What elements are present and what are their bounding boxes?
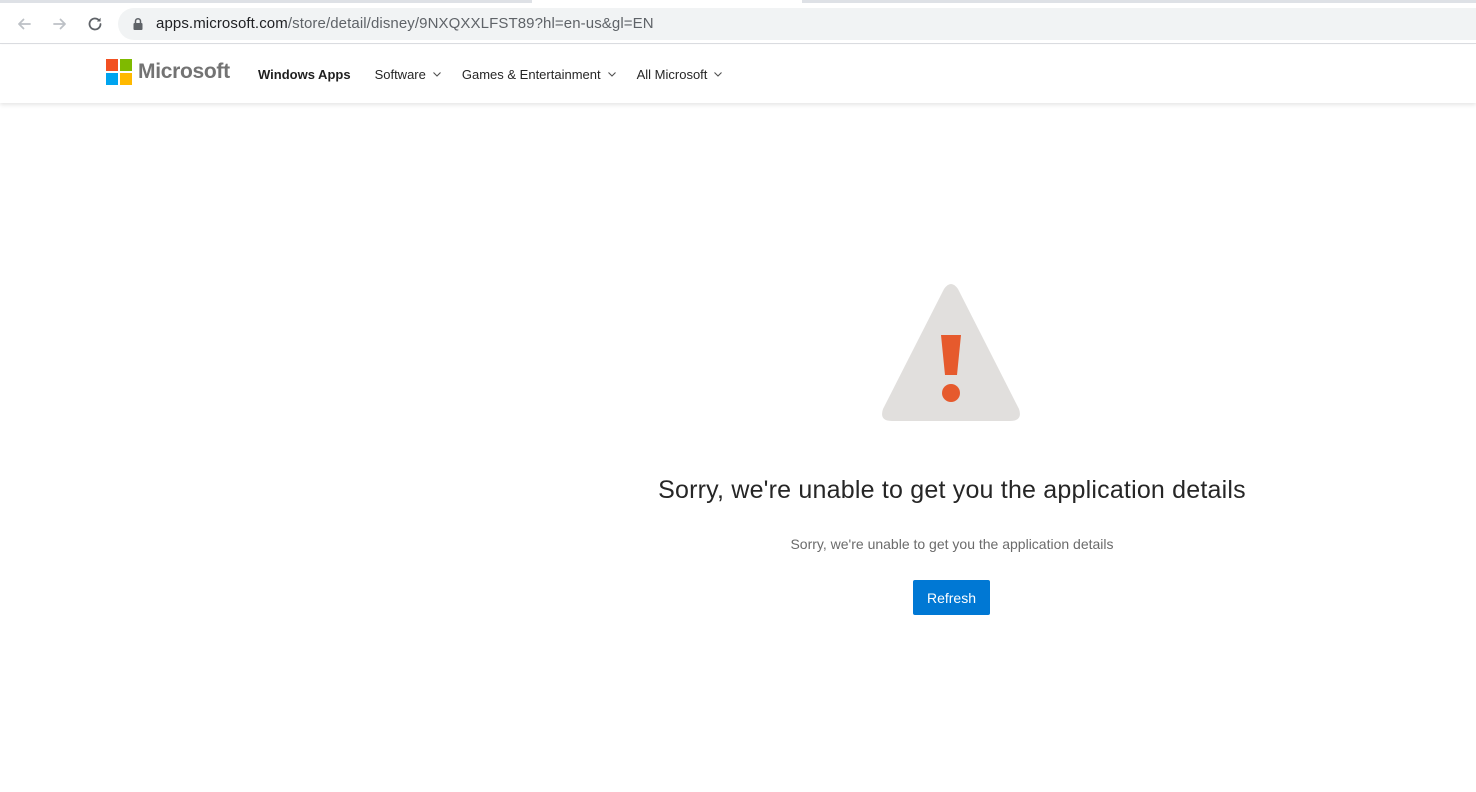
chevron-down-icon	[714, 72, 723, 77]
reload-button[interactable]	[83, 12, 107, 36]
nav-software-label: Software	[374, 66, 426, 82]
chevron-down-icon	[432, 72, 441, 77]
nav-all-microsoft[interactable]: All Microsoft	[637, 67, 724, 82]
refresh-button[interactable]: Refresh	[913, 580, 990, 615]
url-path: /store/detail/disney/9NXQXXLFST89?hl=en-…	[287, 15, 654, 32]
nav-games-entertainment[interactable]: Games & Entertainment	[462, 67, 617, 82]
address-bar[interactable]: apps.microsoft.com/store/detail/disney/9…	[118, 8, 1476, 40]
inactive-tab[interactable]	[802, 0, 1476, 3]
back-button[interactable]	[12, 12, 36, 36]
tab-strip	[0, 0, 1476, 3]
forward-button[interactable]	[48, 12, 72, 36]
warning-triangle-icon	[882, 284, 1020, 421]
site-header: Microsoft Windows Apps Software Games & …	[0, 45, 1476, 103]
nav-games-label: Games & Entertainment	[461, 66, 601, 82]
back-arrow-icon	[18, 18, 31, 30]
microsoft-wordmark: Microsoft	[138, 60, 230, 83]
url-text[interactable]: apps.microsoft.com/store/detail/disney/9…	[156, 15, 654, 32]
forward-arrow-icon	[53, 18, 66, 30]
reload-icon	[88, 17, 102, 31]
header-nav: Windows Apps Software Games & Entertainm…	[258, 45, 743, 103]
nav-all-microsoft-label: All Microsoft	[636, 66, 708, 82]
nav-software[interactable]: Software	[375, 67, 442, 82]
url-host: apps.microsoft.com	[156, 15, 288, 32]
microsoft-logo-icon	[106, 59, 132, 85]
error-title: Sorry, we're unable to get you the appli…	[658, 476, 1246, 504]
inactive-tab[interactable]	[0, 0, 532, 3]
error-subtitle: Sorry, we're unable to get you the appli…	[790, 536, 1114, 552]
lock-icon	[133, 17, 143, 30]
windows-apps-link[interactable]: Windows Apps	[258, 67, 351, 82]
chevron-down-icon	[607, 72, 616, 77]
microsoft-logo[interactable]: Microsoft	[106, 59, 230, 85]
browser-toolbar: apps.microsoft.com/store/detail/disney/9…	[0, 0, 1476, 44]
